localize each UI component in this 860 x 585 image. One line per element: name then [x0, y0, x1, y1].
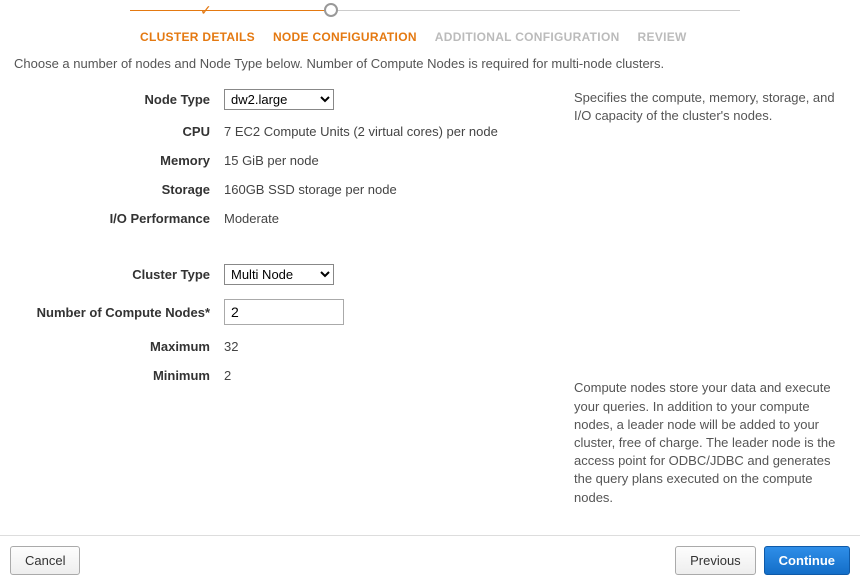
help-node-type: Specifies the compute, memory, storage, …: [574, 89, 846, 125]
footer: Cancel Previous Continue: [0, 546, 860, 585]
form-help-column: Specifies the compute, memory, storage, …: [554, 89, 846, 507]
wizard-progress-bar: ✓: [0, 4, 860, 28]
step-additional-configuration: ADDITIONAL CONFIGURATION: [435, 30, 620, 44]
row-io-performance: I/O Performance Moderate: [14, 211, 554, 226]
num-nodes-input[interactable]: [224, 299, 344, 325]
step-cluster-details[interactable]: CLUSTER DETAILS: [140, 30, 255, 44]
value-maximum: 32: [224, 339, 238, 354]
row-storage: Storage 160GB SSD storage per node: [14, 182, 554, 197]
cancel-button[interactable]: Cancel: [10, 546, 80, 575]
row-minimum: Minimum 2: [14, 368, 554, 383]
value-memory: 15 GiB per node: [224, 153, 319, 168]
value-cpu: 7 EC2 Compute Units (2 virtual cores) pe…: [224, 124, 498, 139]
wizard-steps: CLUSTER DETAILS NODE CONFIGURATION ADDIT…: [0, 30, 860, 44]
label-memory: Memory: [14, 153, 224, 168]
row-maximum: Maximum 32: [14, 339, 554, 354]
label-node-type: Node Type: [14, 92, 224, 107]
label-storage: Storage: [14, 182, 224, 197]
row-cpu: CPU 7 EC2 Compute Units (2 virtual cores…: [14, 124, 554, 139]
value-minimum: 2: [224, 368, 231, 383]
step-node-configuration[interactable]: NODE CONFIGURATION: [273, 30, 417, 44]
value-io-performance: Moderate: [224, 211, 279, 226]
intro-text: Choose a number of nodes and Node Type b…: [0, 56, 860, 89]
previous-button[interactable]: Previous: [675, 546, 756, 575]
row-memory: Memory 15 GiB per node: [14, 153, 554, 168]
label-cpu: CPU: [14, 124, 224, 139]
form-left-column: Node Type dw2.large CPU 7 EC2 Compute Un…: [14, 89, 554, 507]
continue-button[interactable]: Continue: [764, 546, 850, 575]
help-num-nodes: Compute nodes store your data and execut…: [574, 379, 846, 506]
label-maximum: Maximum: [14, 339, 224, 354]
footer-separator: [0, 535, 860, 536]
value-storage: 160GB SSD storage per node: [224, 182, 397, 197]
cluster-type-select[interactable]: Multi Node: [224, 264, 334, 285]
wizard-line-completed: [130, 10, 330, 11]
label-cluster-type: Cluster Type: [14, 267, 224, 282]
row-node-type: Node Type dw2.large: [14, 89, 554, 110]
current-step-icon: [324, 3, 338, 17]
step-review: REVIEW: [638, 30, 687, 44]
row-cluster-type: Cluster Type Multi Node: [14, 264, 554, 285]
label-io-performance: I/O Performance: [14, 211, 224, 226]
label-num-nodes: Number of Compute Nodes*: [14, 305, 224, 320]
form-area: Node Type dw2.large CPU 7 EC2 Compute Un…: [0, 89, 860, 507]
node-type-select[interactable]: dw2.large: [224, 89, 334, 110]
row-num-nodes: Number of Compute Nodes*: [14, 299, 554, 325]
label-minimum: Minimum: [14, 368, 224, 383]
checkmark-icon: ✓: [200, 2, 212, 19]
